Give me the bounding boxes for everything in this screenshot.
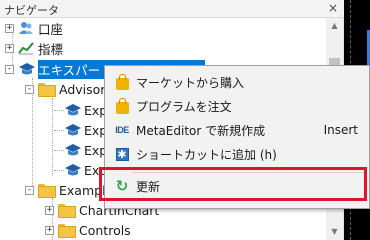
tree-item-controls[interactable]: + Controls: [45, 220, 131, 240]
menu-item-label: プログラムを注文: [136, 99, 232, 114]
collapse-icon[interactable]: -: [5, 64, 14, 74]
menu-item-label: マーケットから購入: [136, 75, 245, 90]
navigator-title: ナビゲータ: [4, 4, 59, 17]
shortcut-icon: ✱: [115, 147, 129, 161]
shopping-bag-icon: [114, 97, 130, 114]
menu-item-new-in-metaeditor[interactable]: IDE MetaEditor で新規作成 Insert: [106, 118, 368, 142]
tree-line: [54, 150, 64, 151]
graduation-cap-icon: [65, 144, 81, 156]
graduation-cap-icon: [65, 124, 81, 136]
tree-item-label: 指標: [38, 41, 64, 57]
folder-icon: [38, 83, 56, 97]
graduation-cap-icon: [19, 63, 35, 75]
folder-icon: [38, 184, 56, 198]
tree-line: [52, 98, 53, 176]
tree-line: [54, 130, 64, 131]
folder-icon: [58, 224, 76, 238]
graduation-cap-icon: [65, 164, 81, 176]
graduation-cap-icon: [65, 104, 81, 116]
collapse-icon[interactable]: -: [25, 185, 34, 195]
navigator-header: ナビゲータ ×: [0, 0, 344, 18]
collapse-icon[interactable]: -: [25, 84, 34, 94]
tree-line: [54, 110, 64, 111]
expand-icon[interactable]: +: [45, 225, 54, 235]
tree-item-indicators[interactable]: + 指標: [5, 38, 63, 58]
expand-icon[interactable]: +: [45, 205, 54, 215]
indicator-icon: [18, 42, 34, 55]
tree-line: [54, 170, 64, 171]
shopping-bag-icon: [114, 73, 130, 90]
highlight-annotation: [99, 167, 367, 201]
folder-icon: [58, 204, 76, 218]
ide-icon: IDE: [115, 125, 129, 135]
menu-item-buy-from-market[interactable]: マーケットから購入: [106, 70, 368, 94]
tree-item-label: Controls: [79, 222, 131, 238]
menu-item-order-program[interactable]: プログラムを注文: [106, 94, 368, 118]
menu-item-shortcut: Insert: [323, 123, 358, 137]
menu-item-add-shortcut[interactable]: ✱ ショートカットに追加 (h): [106, 142, 368, 166]
expand-icon[interactable]: +: [5, 43, 14, 53]
scroll-down-icon[interactable]: ▼: [326, 224, 343, 240]
scroll-up-icon[interactable]: ▲: [326, 18, 343, 34]
account-icon: [19, 22, 33, 34]
expand-icon[interactable]: +: [5, 23, 14, 33]
tree-item-examples[interactable]: - Exampl: [25, 180, 106, 200]
menu-item-label: MetaEditor で新規作成: [136, 123, 266, 138]
tree-item-label: 口座: [38, 21, 64, 37]
close-icon[interactable]: ×: [328, 1, 338, 15]
tree-item-account[interactable]: + 口座: [5, 18, 63, 38]
tree-item-advisors[interactable]: - Advisors: [25, 79, 112, 99]
menu-item-label: ショートカットに追加 (h): [136, 147, 277, 162]
